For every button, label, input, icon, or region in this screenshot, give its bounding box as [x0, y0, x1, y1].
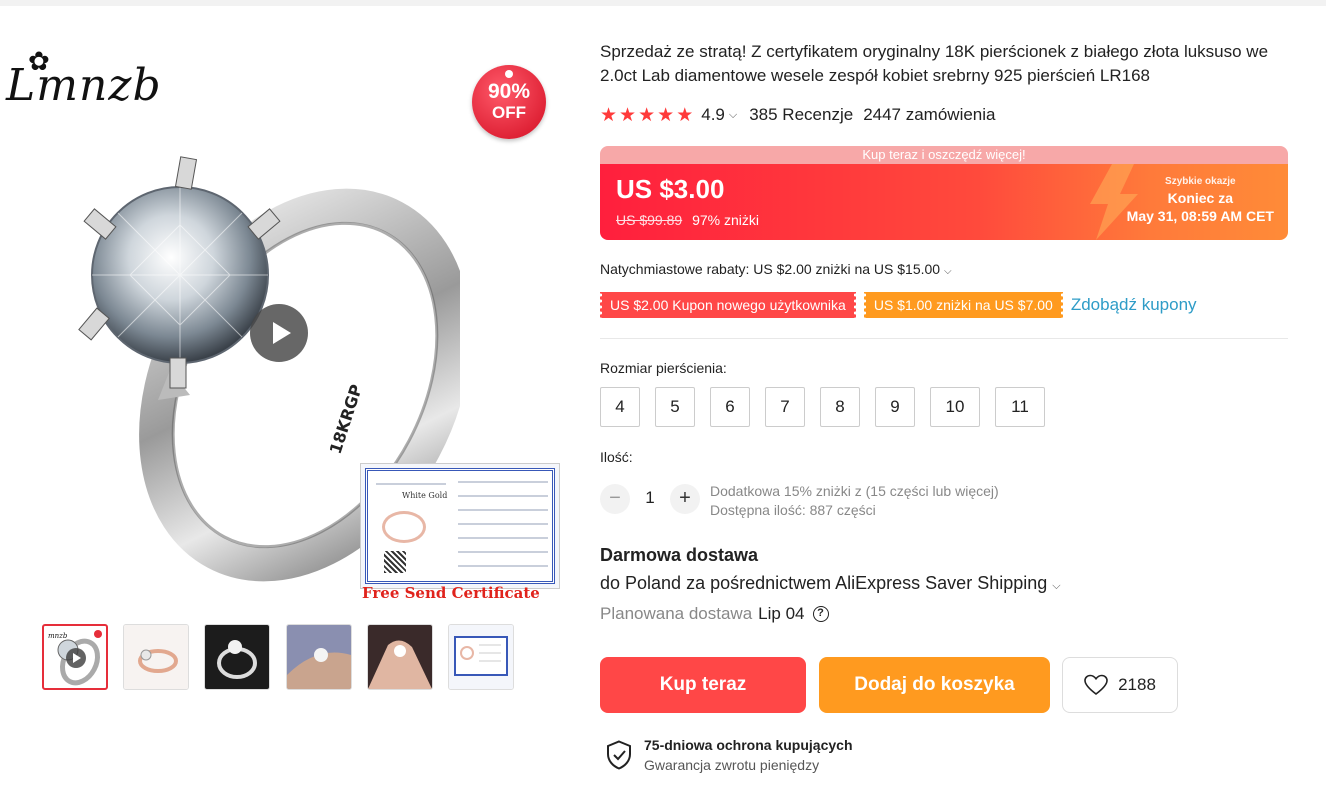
star-icon: ★: [676, 104, 694, 126]
rating-stars: ★ ★ ★ ★ ★: [600, 104, 693, 127]
product-title: Sprzedaż ze stratą! Z certyfikatem orygi…: [600, 42, 1269, 85]
size-option-6[interactable]: 6: [710, 387, 750, 427]
flash-deal-end-time: May 31, 08:59 AM CET: [1126, 208, 1274, 224]
discount-badge: 90% OFF: [472, 65, 546, 139]
certificate-text: White Gold: [402, 491, 448, 500]
flash-deal-timer: Szybkie okazje Koniec za May 31, 08:59 A…: [1127, 176, 1274, 224]
product-info: Sprzedaż ze stratą! Z certyfikatem orygi…: [599, 40, 1288, 773]
wishlist-button[interactable]: 2188: [1062, 657, 1178, 713]
rating-row: ★ ★ ★ ★ ★ 4.9 ⌵ 385 Recenzje 2447 zamówi…: [600, 104, 996, 126]
star-icon: ★: [638, 104, 656, 126]
new-user-coupon[interactable]: US $2.00 Kupon nowego użytkownika: [599, 292, 857, 318]
size-option-11[interactable]: 11: [995, 387, 1045, 427]
original-price: US $99.89: [616, 212, 683, 228]
thumbnail-1[interactable]: mnzb: [42, 624, 108, 690]
planned-delivery-date: Lip 04: [758, 604, 805, 623]
wishlist-count: 2188: [1118, 675, 1156, 694]
rating-value[interactable]: 4.9: [701, 105, 725, 125]
planned-delivery: Planowana dostawa Lip 04 ?: [600, 604, 829, 624]
instant-discount[interactable]: Natychmiastowe rabaty: US $2.00 zniżki n…: [600, 261, 952, 277]
buy-now-button[interactable]: Kup teraz: [600, 657, 806, 713]
chevron-down-icon[interactable]: ⌵: [729, 109, 737, 122]
price-promo-block: Kup teraz i oszczędź więcej! US $3.00 US…: [600, 146, 1288, 240]
add-to-cart-button[interactable]: Dodaj do koszyka: [819, 657, 1050, 713]
planned-delivery-label: Planowana dostawa: [600, 604, 753, 623]
flash-deal-label: Koniec za: [1167, 190, 1234, 206]
thumbnail-play-icon: [66, 648, 86, 668]
protection-title: 75-dniowa ochrona kupujących: [644, 737, 853, 753]
thumbnail-4[interactable]: [286, 624, 352, 690]
thumbnail-6[interactable]: [448, 624, 514, 690]
certificate-caption: Free Send Certificate: [362, 584, 540, 602]
qr-code-icon: [384, 551, 406, 573]
discount-percent: 97% zniżki: [692, 212, 759, 228]
thumbnail-3[interactable]: [204, 624, 270, 690]
store-coupon[interactable]: US $1.00 zniżki na US $7.00: [862, 292, 1064, 318]
quantity-value[interactable]: 1: [644, 488, 656, 508]
size-option-8[interactable]: 8: [820, 387, 860, 427]
star-icon: ★: [657, 104, 675, 126]
size-option-10[interactable]: 10: [930, 387, 980, 427]
size-option-4[interactable]: 4: [600, 387, 640, 427]
quantity-plus-button[interactable]: +: [670, 484, 700, 514]
size-option-7[interactable]: 7: [765, 387, 805, 427]
shipping-method[interactable]: do Poland za pośrednictwem AliExpress Sa…: [600, 573, 1061, 594]
divider: [600, 338, 1288, 339]
quantity-label: Ilość:: [600, 449, 633, 465]
current-price: US $3.00: [616, 174, 725, 204]
badge-off-label: OFF: [492, 103, 526, 122]
protection-subtitle: Gwarancja zwrotu pieniędzy: [644, 757, 820, 773]
chevron-down-icon: ⌵: [943, 266, 952, 277]
certificate-image: White Gold: [360, 463, 560, 589]
badge-percent: 90%: [487, 80, 531, 103]
star-icon: ★: [619, 104, 637, 126]
play-video-button[interactable]: [250, 304, 308, 362]
quantity-note: Dodatkowa 15% zniżki z (15 części lub wi…: [710, 482, 999, 520]
star-icon: ★: [600, 104, 618, 126]
quantity-minus-button[interactable]: −: [600, 484, 630, 514]
size-option-5[interactable]: 5: [655, 387, 695, 427]
product-gallery: ✿ Lmnzb 90% OFF 18KRGP White Gold Free S…: [0, 30, 580, 710]
thumbnail-5[interactable]: [367, 624, 433, 690]
help-icon[interactable]: ?: [812, 606, 829, 622]
certificate-ring-photo: [382, 511, 426, 543]
reviews-link[interactable]: 385 Recenzje: [749, 105, 853, 125]
bulk-discount-note: Dodatkowa 15% zniżki z (15 części lub wi…: [710, 483, 999, 499]
available-quantity: Dostępna ilość: 887 części: [710, 502, 876, 518]
heart-icon: [1084, 674, 1108, 696]
top-bar: [0, 0, 1326, 6]
flash-deal-title: Szybkie okazje: [1165, 176, 1236, 187]
ring-engraving: 18KRGP: [326, 382, 366, 456]
main-product-image[interactable]: ✿ Lmnzb 90% OFF 18KRGP White Gold: [0, 40, 570, 620]
promo-banner: Kup teraz i oszczędź więcej!: [600, 146, 1288, 164]
svg-text:mnzb: mnzb: [48, 632, 68, 640]
old-price-row: US $99.89 97% zniżki: [616, 212, 759, 228]
thumbnail-2[interactable]: [123, 624, 189, 690]
shipping-title: Darmowa dostawa: [600, 545, 759, 565]
size-label: Rozmiar pierścienia:: [600, 360, 727, 376]
chevron-down-icon: ⌵: [1052, 580, 1061, 592]
coupon-row: US $2.00 Kupon nowego użytkownika US $1.…: [599, 292, 1197, 318]
shield-check-icon: [607, 740, 631, 770]
get-coupons-link[interactable]: Zdobądź kupony: [1071, 295, 1197, 315]
brand-logo: Lmnzb: [6, 60, 162, 111]
orders-count: 2447 zamówienia: [863, 105, 996, 124]
size-option-9[interactable]: 9: [875, 387, 915, 427]
